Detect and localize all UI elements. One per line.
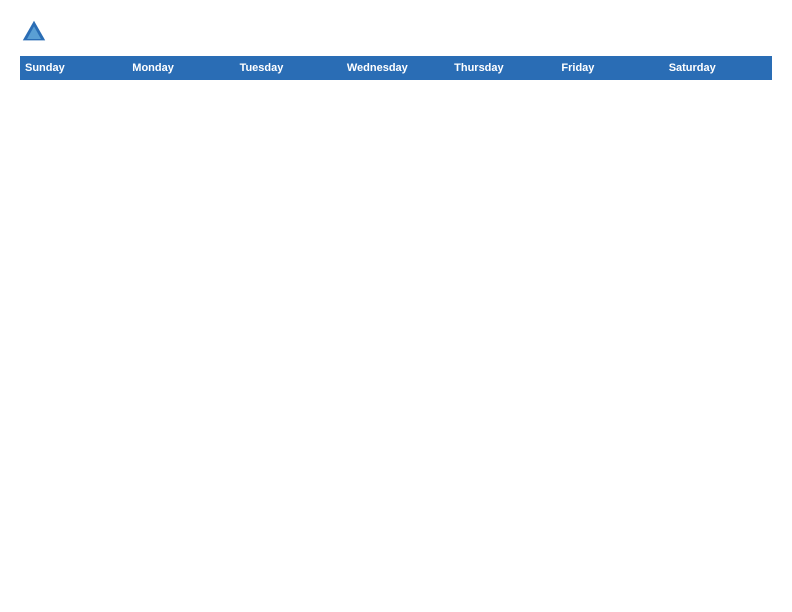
weekday-header-friday: Friday xyxy=(557,57,664,80)
page: SundayMondayTuesdayWednesdayThursdayFrid… xyxy=(0,0,792,612)
weekday-header-wednesday: Wednesday xyxy=(342,57,449,80)
weekday-header-saturday: Saturday xyxy=(664,57,771,80)
weekday-header-monday: Monday xyxy=(128,57,235,80)
weekday-header-row: SundayMondayTuesdayWednesdayThursdayFrid… xyxy=(21,57,772,80)
header xyxy=(20,18,772,46)
calendar-table: SundayMondayTuesdayWednesdayThursdayFrid… xyxy=(20,56,772,600)
logo-icon xyxy=(20,18,48,46)
weekday-header-tuesday: Tuesday xyxy=(235,57,342,80)
logo xyxy=(20,18,54,46)
weekday-header-sunday: Sunday xyxy=(21,57,128,80)
weekday-header-thursday: Thursday xyxy=(450,57,557,80)
